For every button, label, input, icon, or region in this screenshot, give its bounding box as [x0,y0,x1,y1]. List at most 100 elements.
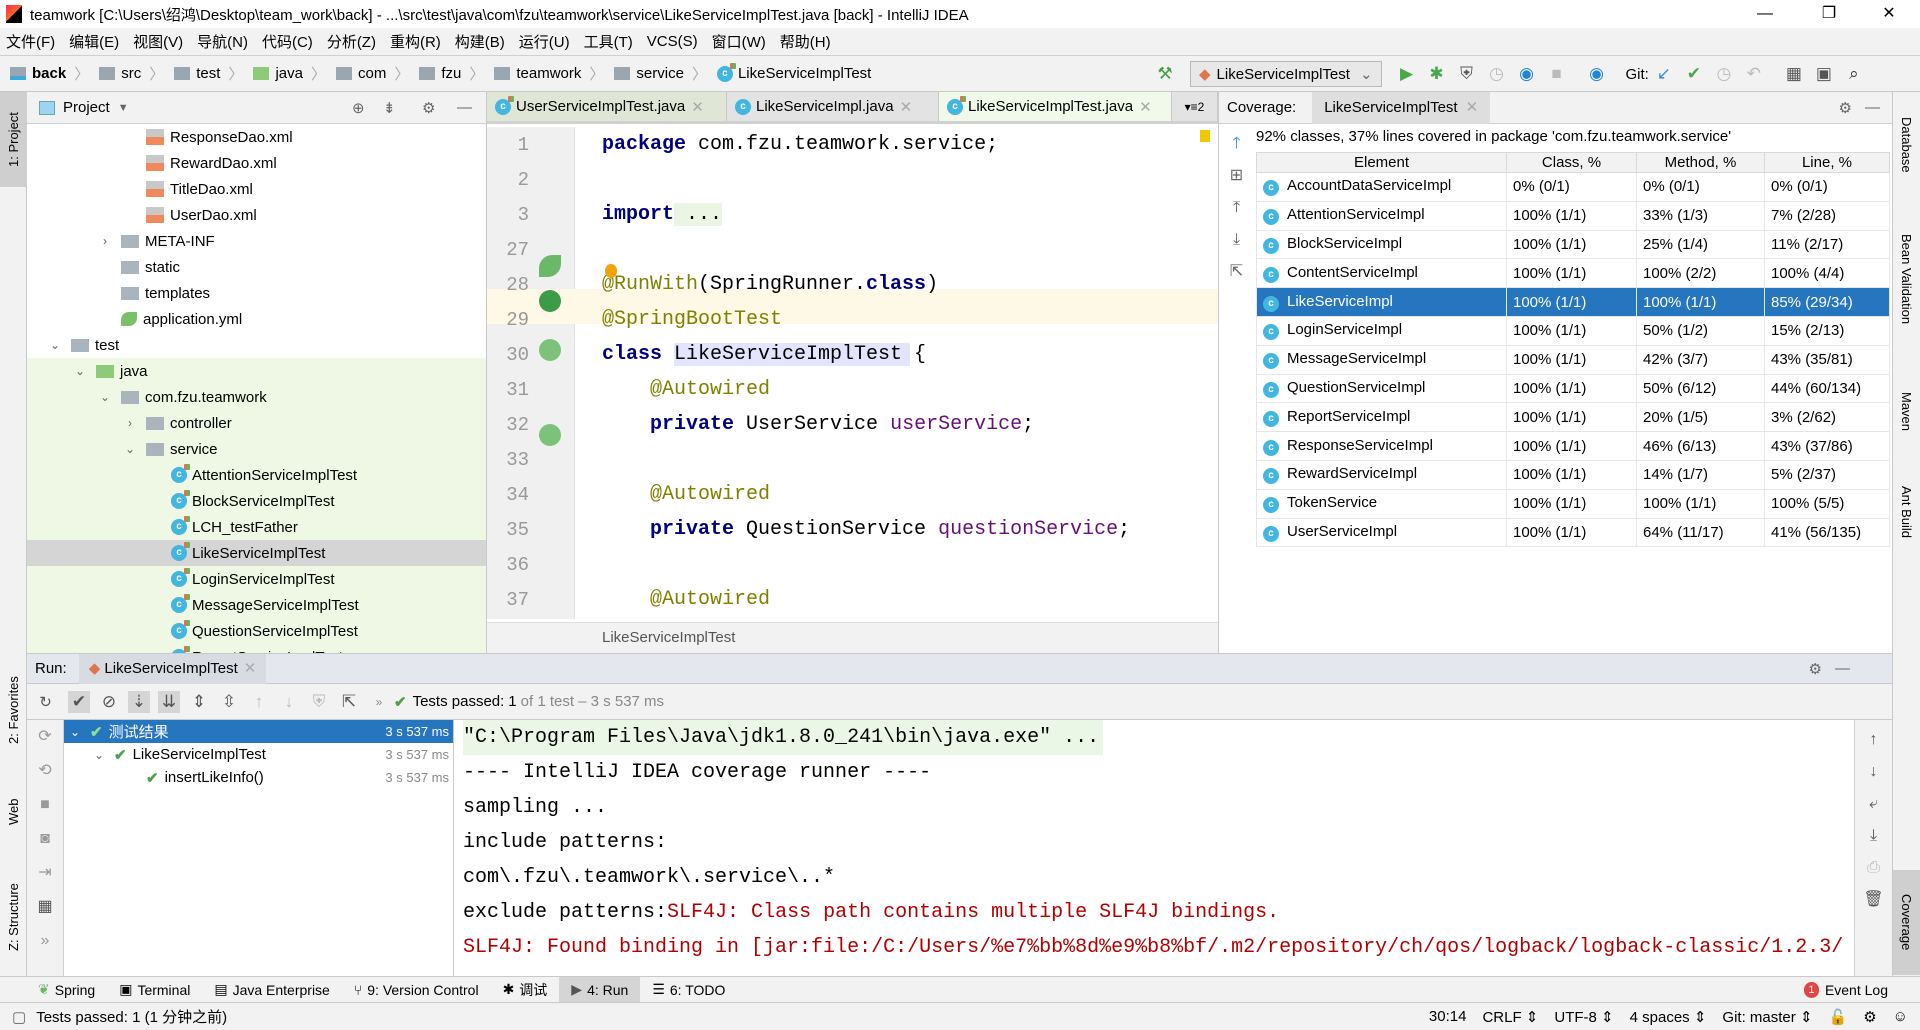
minimize-button[interactable]: — [1742,0,1788,28]
show-ignored-icon[interactable]: ⊘ [98,691,120,713]
coverage-row[interactable]: c BlockServiceImpl 100% (1/1) 25% (1/4) 11% … [1256,229,1890,260]
gauge-plugin-icon[interactable]: ◉ [1586,63,1608,85]
column-header-element[interactable]: Element [1256,152,1507,173]
run-configuration-select[interactable]: ◆ LikeServiceImplTest ⌄ [1190,61,1382,87]
test-class-row[interactable]: ⌄ ✔ LikeServiceImplTest 3 s 537 ms [64,743,453,766]
toggle-auto-test-icon[interactable]: ⟲ [27,754,63,788]
breadcrumb-teamwork[interactable]: teamwork 〉 [494,63,604,84]
code-line[interactable]: 32 private UserService userService; [487,407,1218,442]
git-commit-check-icon[interactable]: ✔ [1683,63,1705,85]
tool-window-terminal[interactable]: ▣ Terminal [107,977,202,1003]
editor-breadcrumb[interactable]: LikeServiceImplTest [487,622,1218,653]
code-line[interactable]: 29 @SpringBootTest [487,302,1218,337]
menu-run[interactable]: 运行(U) [519,31,570,52]
close-tab-icon[interactable]: ✕ [1139,98,1152,116]
show-passed-check-icon[interactable]: ✔ [68,690,90,713]
project-tree-item[interactable]: ⌄ test [27,332,486,358]
profiler-icon[interactable]: ◷ [1486,63,1508,85]
coverage-row[interactable]: c ReportServiceImpl 100% (1/1) 20% (1/5) 3% … [1256,402,1890,433]
chevron-down-icon[interactable]: ⌄ [72,364,88,378]
intention-bulb-icon[interactable] [605,264,617,278]
run-tab[interactable]: ◆ LikeServiceImplTest ✕ [78,653,267,684]
tool-window-java-enterprise[interactable]: ▤ Java Enterprise [202,977,342,1003]
code-line[interactable]: 30 class LikeServiceImplTest { [487,337,1218,372]
git-history-icon[interactable]: ◷ [1713,63,1735,85]
spring-bean-navigate-icon[interactable] [539,339,561,361]
project-tree-item[interactable]: TitleDao.xml [27,176,486,202]
lock-icon[interactable]: 🔓 [1829,1008,1848,1026]
project-tree-item[interactable]: c LoginServiceImplTest [27,566,486,592]
menu-analyze[interactable]: 分析(Z) [327,31,376,52]
menu-edit[interactable]: 编辑(E) [69,31,119,52]
terminal-window-icon[interactable]: ▣ [1813,63,1835,85]
coverage-row[interactable]: c TokenService 100% (1/1) 100% (1/1) 100% (5… [1256,488,1890,519]
breadcrumb-fzu[interactable]: fzu 〉 [419,63,484,84]
highlighting-level-icon[interactable]: ⚙ [1863,1008,1876,1026]
chevron-down-icon[interactable]: ⌄ [122,442,138,456]
editor-tab-likeserviceimpl[interactable]: c LikeServiceImpl.java ✕ [727,92,939,121]
project-tree-item[interactable]: c BlockServiceImplTest [27,488,486,514]
coverage-row[interactable]: c ResponseServiceImpl 100% (1/1) 46% (6/13)… [1256,431,1890,461]
coverage-row[interactable]: c QuestionServiceImpl 100% (1/1) 50% (6/12)… [1256,373,1890,404]
breadcrumb-service[interactable]: service 〉 [614,63,707,84]
tool-tab-favorites[interactable]: 2: Favorites [0,660,27,760]
tool-window-spring[interactable]: ❦ Spring [26,977,107,1003]
coverage-row[interactable]: c RewardServiceImpl 100% (1/1) 14% (1/7) 5% … [1256,459,1890,490]
code-line[interactable]: 34 @Autowired [487,477,1218,512]
tool-tab-bean-validation[interactable]: Bean Validation [1893,217,1920,342]
spring-bean-navigate-icon[interactable] [539,424,561,446]
layout-icon[interactable]: ▦ [27,890,63,924]
project-tree-item[interactable]: c AttentionServiceImplTest [27,462,486,488]
screenshot-camera-icon[interactable]: ◙ [27,822,63,856]
code-line[interactable]: 37 @Autowired [487,582,1218,617]
tool-tab-maven[interactable]: Maven [1893,377,1920,447]
sort-alpha-icon[interactable]: ⇣ [128,690,150,713]
breadcrumb-java[interactable]: java 〉 [253,63,326,84]
hide-panel-icon[interactable]: — [1865,99,1880,116]
code-line[interactable]: 33 [487,442,1218,477]
menu-window[interactable]: 窗口(W) [712,31,766,52]
stop-icon[interactable]: ■ [27,788,63,822]
collapse-all-icon[interactable]: ⇟ [383,99,396,117]
scroll-to-end-icon[interactable]: ⤓ [1855,820,1892,852]
coverage-row[interactable]: c MessageServiceImpl 100% (1/1) 42% (3/7) 43… [1256,344,1890,375]
restore-button[interactable]: ❐ [1806,0,1852,28]
project-structure-icon[interactable]: ▦ [1783,63,1805,85]
go-up-arrow-icon[interactable]: 🡑 [1219,128,1254,160]
git-branch[interactable]: Git: master ⇕ [1722,1008,1812,1026]
tool-tab-ant-build[interactable]: Ant Build [1893,467,1920,557]
gauge-icon[interactable]: ◉ [1516,63,1538,85]
tool-window-todo[interactable]: ☰ 6: TODO [640,977,737,1003]
project-view-select[interactable]: Project [63,99,110,116]
code-line[interactable]: 27 [487,232,1218,267]
line-separator[interactable]: CRLF ⇕ [1482,1008,1538,1026]
breadcrumb-com[interactable]: com 〉 [335,63,409,84]
project-tree-item[interactable]: static [27,254,486,280]
code-line[interactable]: 2 [487,162,1218,197]
soft-wrap-icon[interactable]: ⤶ [1855,788,1892,820]
hide-panel-icon[interactable]: — [1835,660,1850,677]
more-chevron-icon[interactable]: » [368,691,390,713]
print-icon[interactable]: ⎙ [1855,852,1892,884]
autoscroll-from-source-icon[interactable]: ⤓ [1219,224,1254,256]
breadcrumb-test[interactable]: test 〉 [174,63,243,84]
debug-bug-icon[interactable]: ✱ [1426,63,1448,85]
project-tree-item[interactable]: ⌄ com.fzu.teamwork [27,384,486,410]
project-tree-item[interactable]: c QuestionServiceImplTest [27,618,486,644]
toggle-tool-windows-icon[interactable]: ▢ [12,1008,26,1026]
breadcrumb-back[interactable]: back 〉 [10,63,89,84]
project-tree-item[interactable]: templates [27,280,486,306]
column-header-class[interactable]: Class, % [1506,152,1637,173]
project-tree-item[interactable]: c LikeServiceImplTest [27,540,486,566]
search-icon[interactable]: ⌕ [1843,63,1865,85]
run-icon[interactable]: ▶ [1396,63,1418,85]
git-update-icon[interactable]: ↙ [1653,63,1675,85]
flatten-packages-icon[interactable]: ⊞ [1219,160,1254,192]
scroll-up-arrow-icon[interactable]: ↑ [1855,724,1892,756]
run-with-coverage-icon[interactable]: ⛨ [1456,63,1478,85]
editor-tab-userserviceimpltest[interactable]: c UserServiceImplTest.java ✕ [487,92,727,121]
chevron-right-icon[interactable]: › [97,234,113,248]
project-tree-item[interactable]: › META-INF [27,228,486,254]
file-encoding[interactable]: UTF-8 ⇕ [1554,1008,1613,1026]
column-header-method[interactable]: Method, % [1636,152,1765,173]
